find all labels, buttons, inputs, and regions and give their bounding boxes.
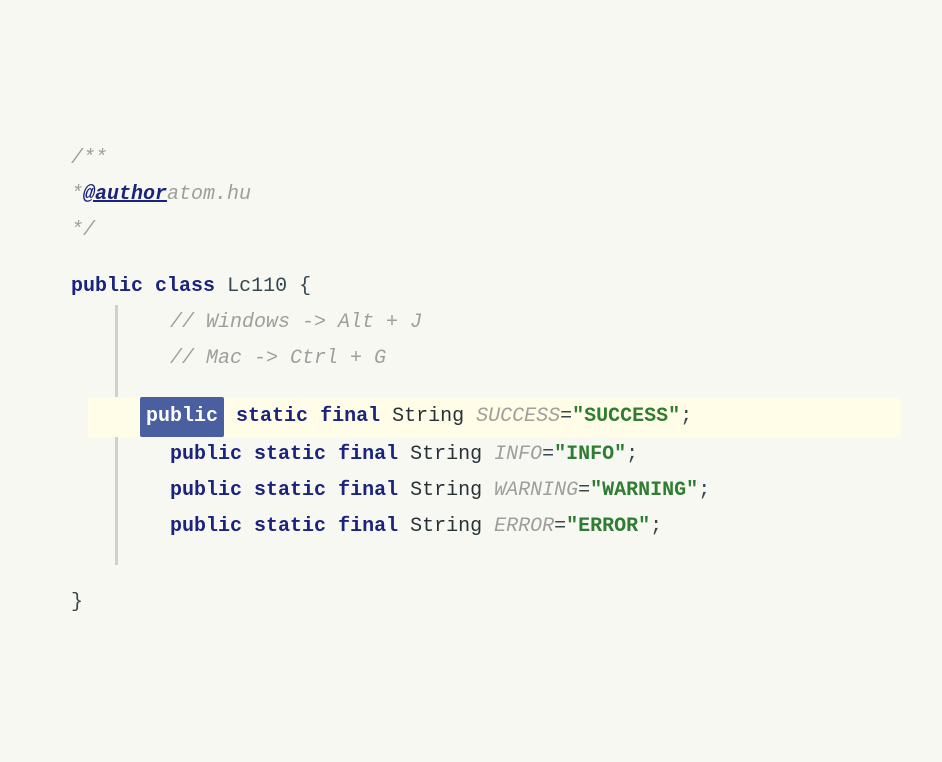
comment-mac: // Mac -> Ctrl + G [170, 341, 386, 377]
info-varname: INFO [494, 437, 542, 473]
success-final-keyword: final [320, 399, 380, 435]
class-open-brace: { [299, 269, 311, 305]
comment-windows-line: // Windows -> Alt + J [118, 305, 871, 341]
success-line: public static final String SUCCESS = "SU… [88, 397, 901, 437]
comment-windows: // Windows -> Alt + J [170, 305, 422, 341]
error-value: "ERROR" [566, 509, 650, 545]
warning-varname: WARNING [494, 473, 578, 509]
empty-line-2 [118, 377, 871, 397]
success-eq: = [560, 399, 572, 435]
success-type: String [392, 399, 464, 435]
error-varname: ERROR [494, 509, 554, 545]
error-eq: = [554, 509, 566, 545]
info-type: String [410, 437, 482, 473]
comment-open: /** [71, 141, 107, 177]
class-close-line: } [71, 585, 871, 621]
warning-type: String [410, 473, 482, 509]
empty-line-1 [71, 249, 871, 269]
warning-semi: ; [698, 473, 710, 509]
info-final-keyword: final [338, 437, 398, 473]
empty-line-4 [71, 565, 871, 585]
info-value: "INFO" [554, 437, 626, 473]
success-public-keyword: public [140, 397, 224, 437]
success-value: "SUCCESS" [572, 399, 680, 435]
comment-author-value: atom.hu [167, 177, 251, 213]
code-editor: /** * @author atom.hu */ public class Lc… [41, 101, 901, 661]
error-type: String [410, 509, 482, 545]
class-public-keyword: public [71, 269, 143, 305]
warning-final-keyword: final [338, 473, 398, 509]
success-static-keyword: static [236, 399, 308, 435]
comment-close-line: */ [71, 213, 871, 249]
error-public-keyword: public [170, 509, 242, 545]
info-static-keyword: static [254, 437, 326, 473]
class-declaration-line: public class Lc110 { [71, 269, 871, 305]
comment-close: */ [71, 213, 95, 249]
class-class-keyword: class [155, 269, 215, 305]
comment-author-tag: @author [83, 177, 167, 213]
warning-static-keyword: static [254, 473, 326, 509]
success-varname: SUCCESS [476, 399, 560, 435]
comment-author-prefix: * [71, 177, 83, 213]
warning-public-keyword: public [170, 473, 242, 509]
class-close-brace: } [71, 585, 83, 621]
class-body-block: // Windows -> Alt + J // Mac -> Ctrl + G… [115, 305, 871, 565]
comment-open-line: /** [71, 141, 871, 177]
info-public-keyword: public [170, 437, 242, 473]
warning-eq: = [578, 473, 590, 509]
info-eq: = [542, 437, 554, 473]
error-semi: ; [650, 509, 662, 545]
comment-author-line: * @author atom.hu [71, 177, 871, 213]
comment-mac-line: // Mac -> Ctrl + G [118, 341, 871, 377]
info-line: public static final String INFO = "INFO"… [118, 437, 871, 473]
error-line: public static final String ERROR = "ERRO… [118, 509, 871, 545]
warning-line: public static final String WARNING = "WA… [118, 473, 871, 509]
error-static-keyword: static [254, 509, 326, 545]
error-final-keyword: final [338, 509, 398, 545]
warning-value: "WARNING" [590, 473, 698, 509]
info-semi: ; [626, 437, 638, 473]
success-semi: ; [680, 399, 692, 435]
empty-line-3 [118, 545, 871, 565]
class-name: Lc110 [227, 269, 287, 305]
